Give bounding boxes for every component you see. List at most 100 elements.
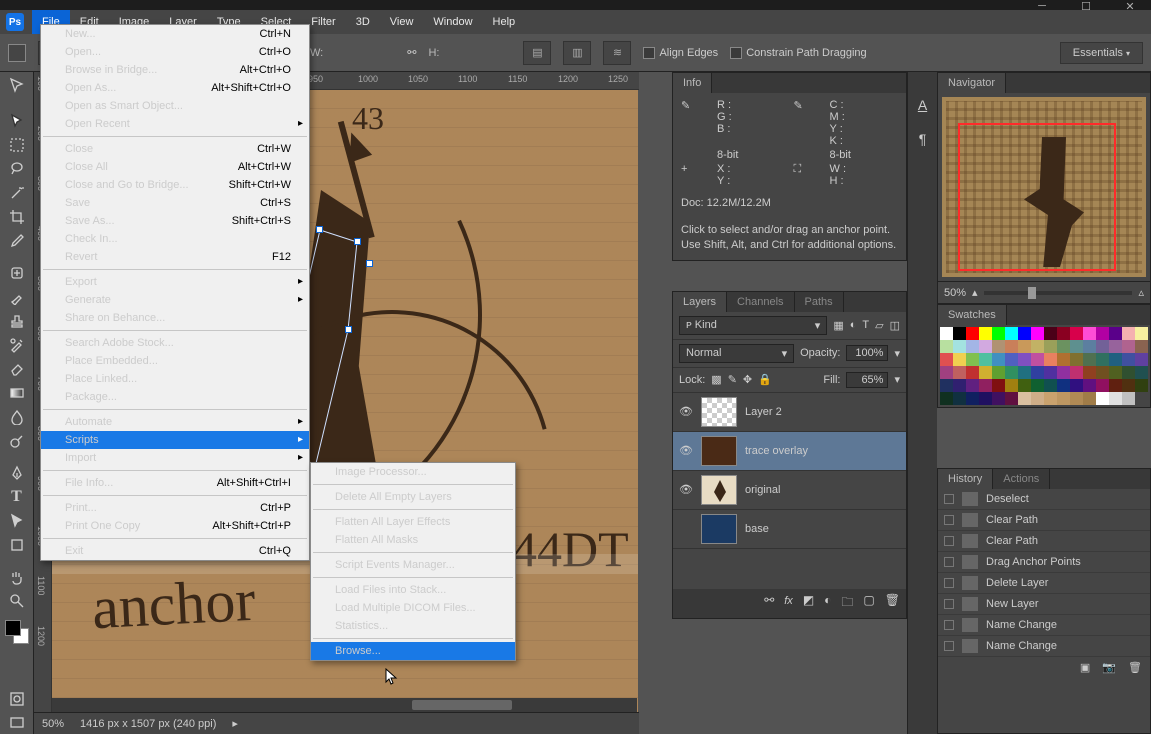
- workspace-switcher[interactable]: Essentials ▾: [1060, 42, 1143, 64]
- swatch[interactable]: [1083, 327, 1096, 340]
- filter-shape-icon[interactable]: ▱: [875, 319, 883, 332]
- snapshot-icon[interactable]: 📷: [1102, 661, 1116, 674]
- gradient-tool[interactable]: [5, 382, 29, 404]
- maximize-button[interactable]: ☐: [1073, 0, 1099, 13]
- swatch[interactable]: [1083, 353, 1096, 366]
- swatch[interactable]: [953, 392, 966, 405]
- quickmask-toggle[interactable]: [5, 688, 29, 710]
- history-doc-icon[interactable]: ▣: [1080, 661, 1090, 674]
- swatch[interactable]: [1083, 340, 1096, 353]
- actions-tab[interactable]: Actions: [993, 469, 1050, 489]
- mask-icon[interactable]: ◩: [803, 593, 814, 614]
- menuitem-export[interactable]: Export: [41, 273, 309, 291]
- filter-adj-icon[interactable]: ◐: [850, 319, 857, 331]
- swatch[interactable]: [992, 340, 1005, 353]
- marquee-tool[interactable]: [5, 134, 29, 156]
- swatch[interactable]: [979, 327, 992, 340]
- swatch[interactable]: [1096, 379, 1109, 392]
- swatch[interactable]: [1031, 353, 1044, 366]
- brush-tool[interactable]: [5, 286, 29, 308]
- paragraph-icon[interactable]: ¶: [914, 130, 932, 148]
- swatch[interactable]: [1018, 340, 1031, 353]
- align-icon1[interactable]: ▤: [523, 41, 551, 65]
- swatch[interactable]: [1018, 353, 1031, 366]
- menu-3d[interactable]: 3D: [346, 10, 380, 34]
- swatch[interactable]: [953, 327, 966, 340]
- menuitem-open[interactable]: Open...Ctrl+O: [41, 43, 309, 61]
- history-checkbox[interactable]: [944, 599, 954, 609]
- swatch[interactable]: [1070, 366, 1083, 379]
- swatch[interactable]: [1031, 379, 1044, 392]
- swatch[interactable]: [1122, 327, 1135, 340]
- swatch[interactable]: [1083, 392, 1096, 405]
- menu-window[interactable]: Window: [423, 10, 482, 34]
- swatch[interactable]: [1031, 366, 1044, 379]
- swatch[interactable]: [1005, 327, 1018, 340]
- type-tool[interactable]: T: [5, 486, 29, 508]
- history-checkbox[interactable]: [944, 515, 954, 525]
- navigator-view[interactable]: [942, 97, 1146, 277]
- swatch[interactable]: [1096, 366, 1109, 379]
- history-step[interactable]: Clear Path: [938, 510, 1150, 531]
- shape-tool[interactable]: [5, 534, 29, 556]
- menuitem-search-adobe-stock[interactable]: Search Adobe Stock...: [41, 334, 309, 352]
- swatch[interactable]: [940, 366, 953, 379]
- menuitem-close-and-go-to-bridge[interactable]: Close and Go to Bridge...Shift+Ctrl+W: [41, 176, 309, 194]
- swatch[interactable]: [1044, 353, 1057, 366]
- info-tab[interactable]: Info: [673, 73, 712, 93]
- swatch[interactable]: [1031, 392, 1044, 405]
- swatch[interactable]: [1005, 379, 1018, 392]
- menuitem-close[interactable]: CloseCtrl+W: [41, 140, 309, 158]
- swatch[interactable]: [1044, 340, 1057, 353]
- menuitem-generate[interactable]: Generate: [41, 291, 309, 309]
- stamp-tool[interactable]: [5, 310, 29, 332]
- swatch[interactable]: [992, 392, 1005, 405]
- menuitem-browse[interactable]: Browse...: [311, 642, 515, 660]
- eraser-tool[interactable]: [5, 358, 29, 380]
- menuitem-exit[interactable]: ExitCtrl+Q: [41, 542, 309, 560]
- swatch[interactable]: [1070, 340, 1083, 353]
- swatch[interactable]: [1122, 340, 1135, 353]
- swatch[interactable]: [979, 366, 992, 379]
- history-tab[interactable]: History: [938, 469, 993, 489]
- swatch[interactable]: [953, 379, 966, 392]
- swatch[interactable]: [1083, 366, 1096, 379]
- menuitem-statistics[interactable]: Statistics...: [311, 617, 515, 635]
- hand-tool[interactable]: [5, 566, 29, 588]
- swatch[interactable]: [1135, 353, 1148, 366]
- history-checkbox[interactable]: [944, 536, 954, 546]
- zoom-slider[interactable]: [984, 291, 1133, 295]
- swatch[interactable]: [953, 353, 966, 366]
- healing-tool[interactable]: [5, 262, 29, 284]
- swatch[interactable]: [966, 340, 979, 353]
- swatch[interactable]: [1135, 327, 1148, 340]
- menuitem-open-as[interactable]: Open As...Alt+Shift+Ctrl+O: [41, 79, 309, 97]
- channels-tab[interactable]: Channels: [727, 292, 794, 312]
- menu-help[interactable]: Help: [483, 10, 526, 34]
- menuitem-open-recent[interactable]: Open Recent: [41, 115, 309, 133]
- menuitem-browse-in-bridge[interactable]: Browse in Bridge...Alt+Ctrl+O: [41, 61, 309, 79]
- layer-thumbnail[interactable]: [701, 397, 737, 427]
- menuitem-flatten-all-layer-effects[interactable]: Flatten All Layer Effects: [311, 513, 515, 531]
- swatch[interactable]: [966, 392, 979, 405]
- swatch[interactable]: [1096, 340, 1109, 353]
- menuitem-automate[interactable]: Automate: [41, 413, 309, 431]
- swatch[interactable]: [940, 353, 953, 366]
- link-icon[interactable]: ⚯: [407, 46, 416, 59]
- swatch[interactable]: [1109, 327, 1122, 340]
- swatch[interactable]: [940, 327, 953, 340]
- swatch[interactable]: [1122, 353, 1135, 366]
- swatch[interactable]: [1070, 379, 1083, 392]
- lock-trans-icon[interactable]: ▩: [711, 373, 721, 386]
- menuitem-save[interactable]: SaveCtrl+S: [41, 194, 309, 212]
- swatch[interactable]: [1031, 327, 1044, 340]
- swatch[interactable]: [1083, 379, 1096, 392]
- layers-tab[interactable]: Layers: [673, 292, 727, 312]
- horizontal-scrollbar[interactable]: [52, 698, 637, 712]
- history-step[interactable]: Name Change: [938, 636, 1150, 657]
- menuitem-file-info[interactable]: File Info...Alt+Shift+Ctrl+I: [41, 474, 309, 492]
- align-edges-checkbox[interactable]: [643, 47, 655, 59]
- swatch[interactable]: [1096, 392, 1109, 405]
- history-step[interactable]: Clear Path: [938, 531, 1150, 552]
- swatch[interactable]: [1122, 379, 1135, 392]
